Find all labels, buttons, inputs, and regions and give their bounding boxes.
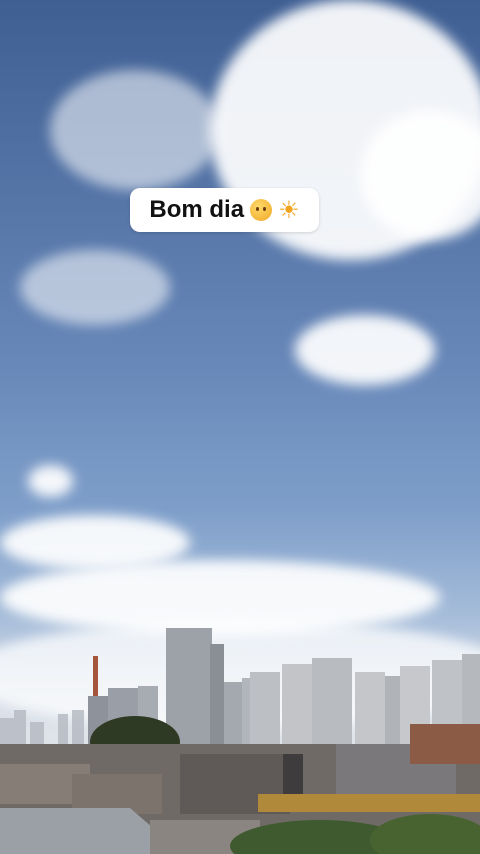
- caption-sticker[interactable]: Bom dia ☀: [130, 188, 319, 232]
- cloud-left-wisp: [50, 70, 220, 190]
- cloud-small-left: [28, 465, 73, 497]
- story-photo: Bom dia ☀: [0, 0, 480, 854]
- slightly-smiling-face-icon: [250, 199, 273, 221]
- cloud-right-puff: [295, 315, 435, 385]
- caption-text: Bom dia: [149, 196, 245, 223]
- city-skyline: [0, 628, 480, 854]
- sun-icon: ☀: [278, 196, 300, 224]
- cloud-left-mid: [20, 250, 170, 325]
